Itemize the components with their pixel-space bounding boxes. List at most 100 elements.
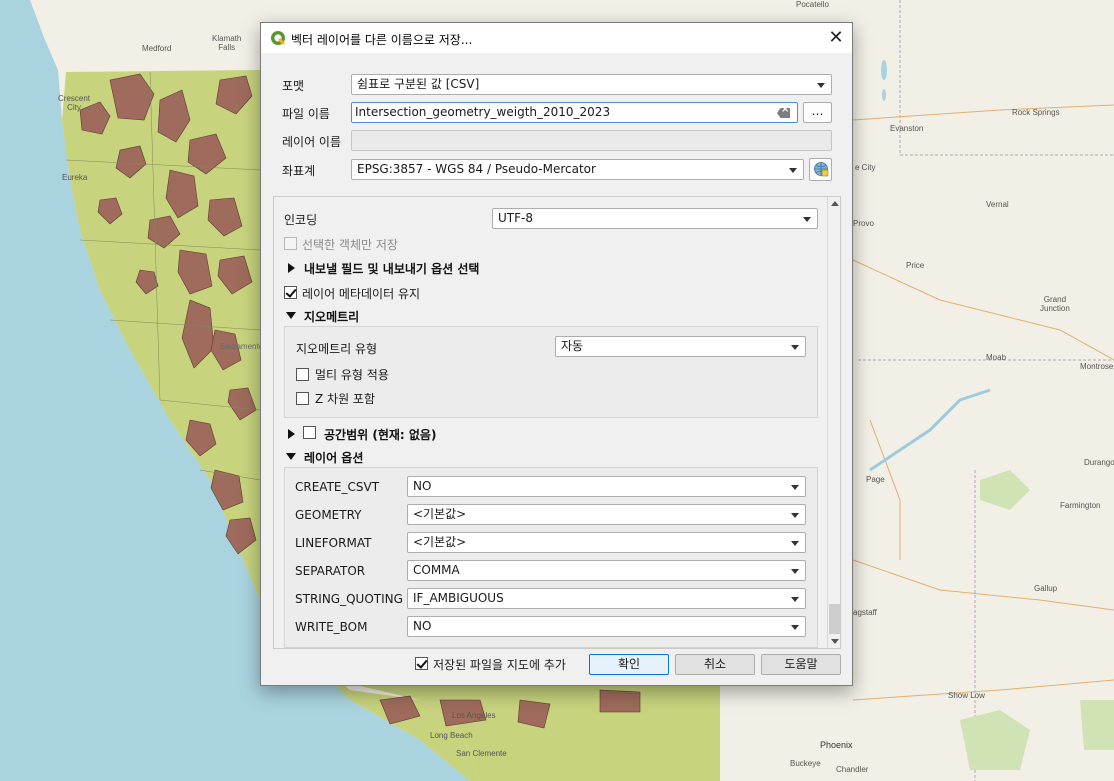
encoding-select[interactable]: UTF-8 [492, 208, 818, 229]
crs-selector-button[interactable] [809, 158, 832, 181]
crs-select[interactable]: EPSG:3857 - WGS 84 / Pseudo-Mercator [351, 159, 804, 180]
layer-option-key: GEOMETRY [295, 508, 362, 522]
crs-label: 좌표계 [282, 164, 316, 178]
geometry-type-label: 지오메트리 유형 [296, 342, 378, 356]
z-dimension-label: Z 차원 포함 [315, 392, 376, 406]
map-label-buckeye: Buckeye [790, 759, 821, 768]
selected-only-label: 선택한 객체만 저장 [302, 238, 398, 252]
map-label-provo: Provo [853, 219, 874, 228]
selected-only-checkbox[interactable] [284, 237, 297, 250]
layer-option-key: LINEFORMAT [295, 536, 372, 550]
cancel-button[interactable]: 취소 [675, 654, 755, 675]
scroll-up-icon[interactable] [831, 201, 839, 206]
qgis-logo-icon [271, 31, 286, 46]
format-label: 포맷 [282, 79, 305, 93]
expand-arrow-icon[interactable] [288, 263, 295, 273]
encoding-label: 인코딩 [284, 213, 318, 227]
chevron-down-icon [791, 597, 799, 602]
collapse-arrow-icon[interactable] [286, 453, 296, 460]
filename-input-value: Intersection_geometry_weigth_2010_2023 [355, 105, 611, 119]
geometry-section-title[interactable]: 지오메트리 [304, 308, 359, 325]
chevron-down-icon [791, 485, 799, 490]
map-label-gallup: Gallup [1034, 584, 1058, 593]
chevron-down-icon [791, 541, 799, 546]
map-label-losangeles: Los Angeles [452, 711, 496, 720]
extent-section-title[interactable]: 공간범위 (현재: 없음) [324, 426, 436, 443]
chevron-down-icon [789, 168, 797, 173]
map-label-moab: Moab [986, 353, 1007, 362]
layer-option-select[interactable]: NO [407, 616, 806, 637]
crs-select-value: EPSG:3857 - WGS 84 / Pseudo-Mercator [357, 162, 596, 176]
collapse-arrow-icon[interactable] [286, 312, 296, 319]
chevron-down-icon [817, 83, 825, 88]
layer-option-key: SEPARATOR [295, 564, 366, 578]
close-icon[interactable]: ✕ [822, 25, 850, 51]
add-to-map-checkbox[interactable] [415, 657, 428, 670]
map-label-page: Page [866, 475, 885, 484]
scroll-down-icon[interactable] [831, 639, 839, 644]
chevron-down-icon [791, 345, 799, 350]
browse-button[interactable]: … [803, 102, 832, 123]
layer-options-section-title[interactable]: 레이어 옵션 [304, 449, 363, 466]
map-label-montrose: Montrose [1080, 362, 1114, 371]
z-dimension-checkbox[interactable] [296, 392, 309, 405]
expand-arrow-icon[interactable] [288, 429, 295, 439]
globe-icon [813, 162, 828, 177]
map-label-sanclemente: San Clemente [456, 749, 507, 758]
dialog-title: 벡터 레이어를 다른 이름으로 저장... [291, 33, 473, 47]
map-label-medford: Medford [142, 44, 172, 53]
fields-section-title[interactable]: 내보낼 필드 및 내보내기 옵션 선택 [304, 260, 479, 277]
layer-option-value: <기본값> [413, 535, 467, 549]
help-button[interactable]: 도움말 [761, 654, 841, 675]
keep-metadata-label: 레이어 메타데이터 유지 [302, 287, 421, 301]
multi-type-checkbox[interactable] [296, 368, 309, 381]
map-label-ecity: e City [855, 163, 876, 172]
layer-option-value: NO [413, 619, 432, 633]
extent-checkbox[interactable] [303, 426, 316, 439]
geometry-group: 지오메트리 유형 자동 멀티 유형 적용 Z 차원 포함 [284, 326, 818, 418]
geometry-type-select[interactable]: 자동 [555, 336, 806, 357]
layer-options-group: CREATE_CSVT NO GEOMETRY <기본값> LINEFORMAT… [284, 467, 818, 648]
layer-option-select[interactable]: COMMA [407, 560, 806, 581]
map-label-sacramento: Sacramento [220, 342, 264, 351]
layer-option-select[interactable]: <기본값> [407, 504, 806, 525]
chevron-down-icon [791, 569, 799, 574]
layername-label: 레이어 이름 [282, 135, 342, 149]
layer-option-value: NO [413, 479, 432, 493]
chevron-down-icon [791, 625, 799, 630]
map-label-crescent: Crescent City [58, 94, 91, 112]
map-label-rocksprings: Rock Springs [1012, 108, 1060, 117]
map-label-chandler: Chandler [836, 765, 869, 774]
save-vector-layer-dialog: 벡터 레이어를 다른 이름으로 저장... ✕ 포맷 쉼표로 구분된 값 [CS… [260, 22, 853, 686]
map-label-farmington: Farmington [1060, 501, 1101, 510]
layername-input[interactable] [351, 130, 832, 151]
map-label-klamath: Klamath Falls [212, 34, 242, 52]
options-scroll-area[interactable]: 인코딩 UTF-8 선택한 객체만 저장 내보낼 필드 및 내보내기 옵션 선택… [273, 196, 841, 649]
chevron-down-icon [791, 513, 799, 518]
layer-option-key: CREATE_CSVT [295, 480, 380, 494]
filename-input[interactable]: Intersection_geometry_weigth_2010_2023 [351, 102, 798, 123]
filename-label: 파일 이름 [282, 107, 330, 121]
add-to-map-label: 저장된 파일을 지도에 추가 [433, 658, 566, 672]
map-label-grandjunction: Grand Junction [1040, 295, 1070, 313]
geometry-type-value: 자동 [561, 339, 584, 353]
map-label-eureka: Eureka [62, 173, 88, 182]
layer-option-select[interactable]: <기본값> [407, 532, 806, 553]
dialog-titlebar[interactable]: 벡터 레이어를 다른 이름으로 저장... ✕ [261, 23, 852, 53]
map-label-flagstaff: agstaff [853, 608, 877, 617]
keep-metadata-checkbox[interactable] [284, 286, 297, 299]
map-label-evanston: Evanston [890, 124, 924, 133]
format-select[interactable]: 쉼표로 구분된 값 [CSV] [351, 74, 832, 95]
chevron-down-icon [803, 217, 811, 222]
layer-option-value: IF_AMBIGUOUS [413, 591, 504, 605]
layer-option-key: STRING_QUOTING [295, 592, 403, 606]
scrollbar-thumb[interactable] [829, 604, 840, 634]
map-label-price: Price [906, 261, 925, 270]
layer-option-select[interactable]: IF_AMBIGUOUS [407, 588, 806, 609]
layer-option-select[interactable]: NO [407, 476, 806, 497]
map-label-durango: Durango [1084, 458, 1114, 467]
vertical-scrollbar[interactable] [827, 197, 840, 648]
layer-option-value: COMMA [413, 563, 460, 577]
ok-button[interactable]: 확인 [589, 654, 669, 675]
layer-option-value: <기본값> [413, 507, 467, 521]
